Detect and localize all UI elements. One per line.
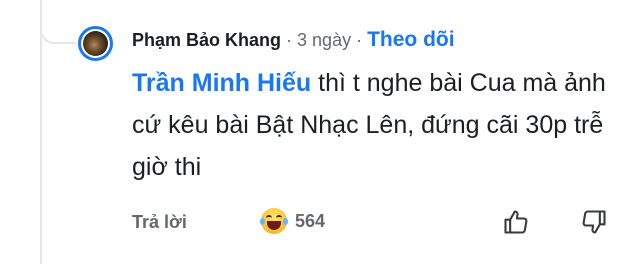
comment-time[interactable]: 3 ngày bbox=[297, 30, 351, 51]
separator: · bbox=[286, 30, 293, 50]
author-name[interactable]: Phạm Bảo Khang bbox=[132, 30, 281, 51]
reply-button[interactable]: Trả lời bbox=[132, 212, 187, 233]
laughing-tears-emoji-icon bbox=[260, 208, 288, 234]
like-button[interactable] bbox=[502, 208, 530, 236]
comment-header: Phạm Bảo Khang · 3 ngày · Theo dõi bbox=[132, 28, 455, 52]
follow-button[interactable]: Theo dõi bbox=[367, 28, 455, 52]
separator: · bbox=[356, 30, 363, 50]
thumbs-up-icon bbox=[504, 210, 528, 234]
comment-actions: Trả lời 564 bbox=[132, 204, 633, 240]
thread-connector bbox=[40, 0, 76, 44]
avatar-image bbox=[83, 31, 108, 56]
dislike-button[interactable] bbox=[580, 208, 608, 236]
reaction-count: 564 bbox=[295, 210, 326, 231]
avatar[interactable] bbox=[78, 26, 113, 61]
comment-body: Trần Minh Hiếu thì t nghe bài Cua mà ảnh… bbox=[132, 62, 612, 188]
thread-line bbox=[40, 0, 42, 264]
reaction-summary[interactable]: 564 bbox=[260, 208, 326, 234]
mention-link[interactable]: Trần Minh Hiếu bbox=[132, 69, 311, 97]
thumbs-down-icon bbox=[582, 210, 606, 234]
